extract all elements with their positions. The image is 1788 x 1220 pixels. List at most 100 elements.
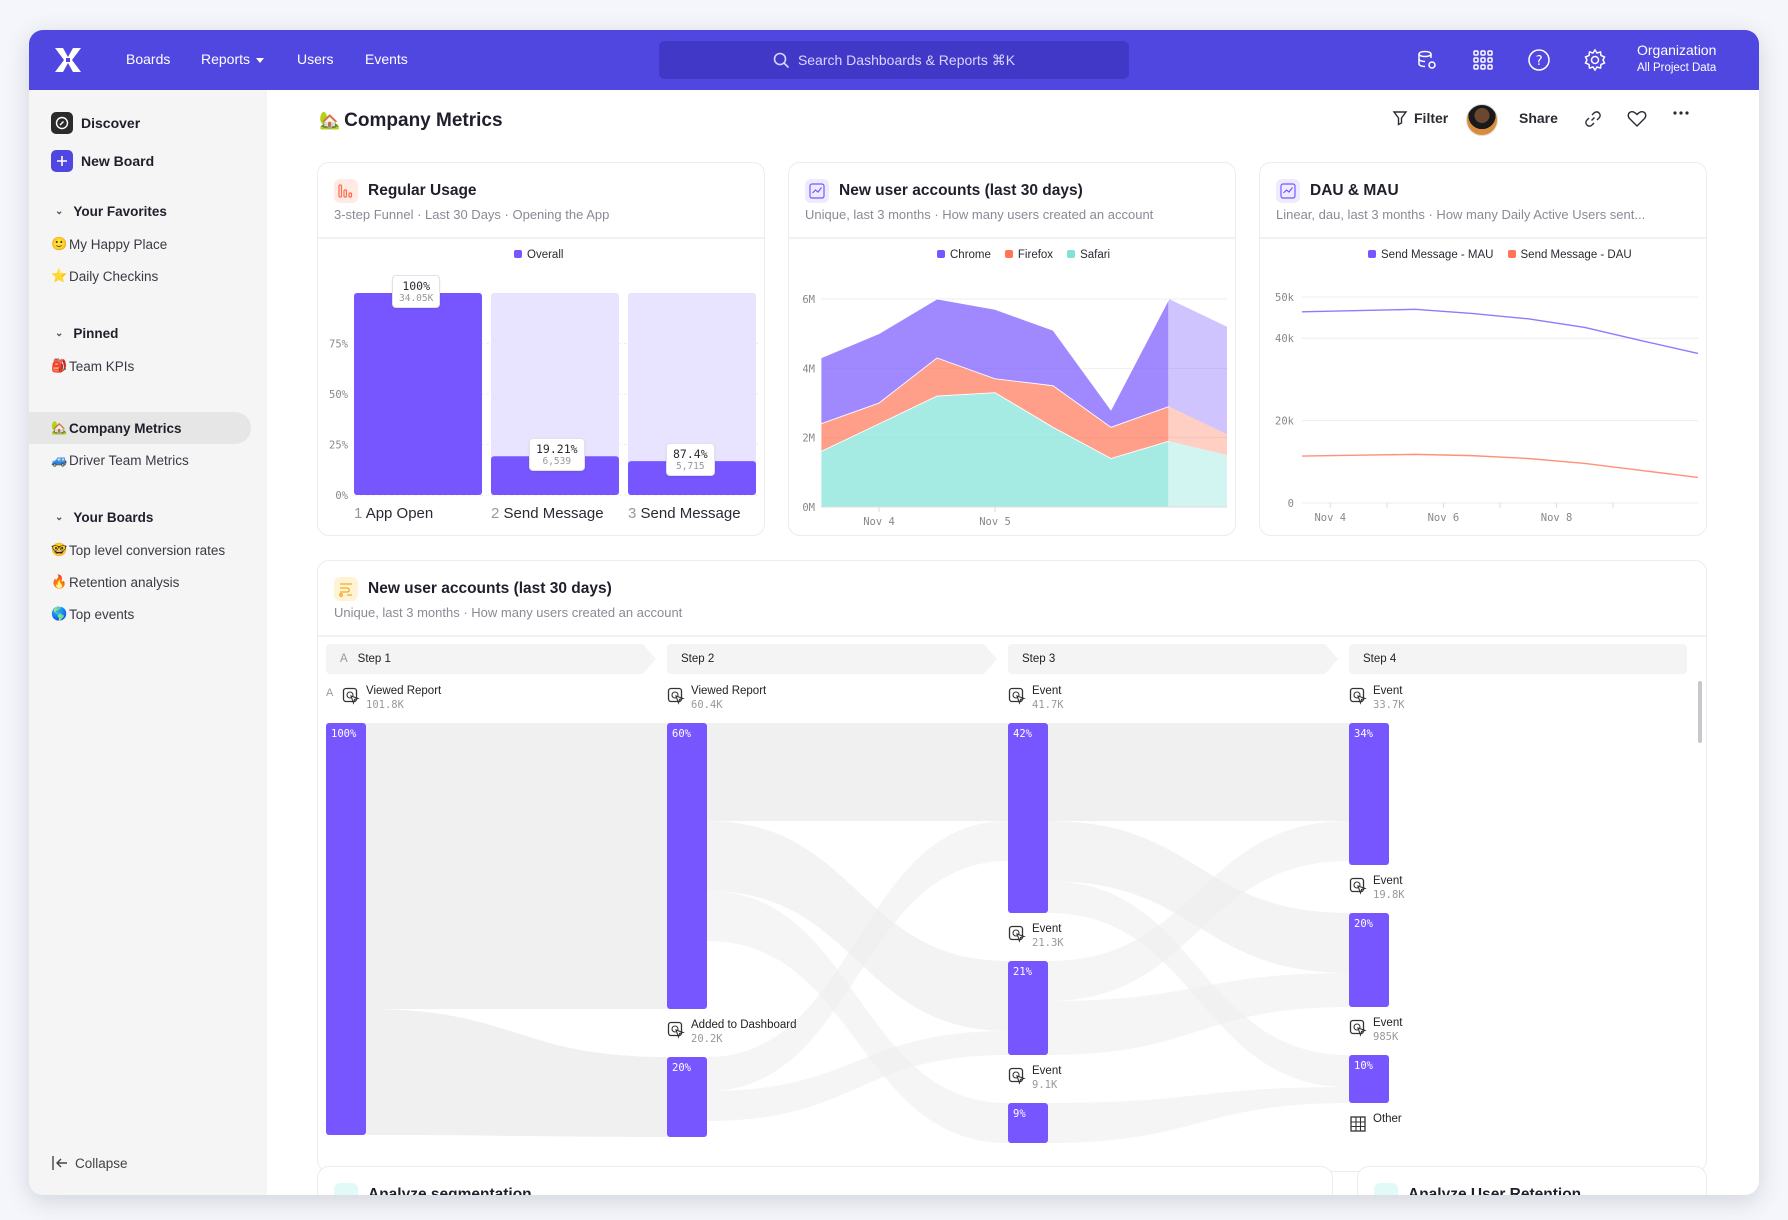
flow-node-count: 20.2K — [691, 1033, 723, 1045]
card-header: DAU & MAU Linear, dau, last 3 months · H… — [1276, 179, 1645, 222]
sidebar-item-driver-team-metrics[interactable]: 🚙 Driver Team Metrics — [51, 452, 189, 468]
flow-node[interactable]: Added to Dashboard 20.2K — [667, 1019, 797, 1045]
legend-item-firefox[interactable]: Firefox — [1004, 249, 1053, 261]
favorite-button[interactable] — [1627, 110, 1647, 128]
flow-node-label: Event — [1373, 875, 1403, 887]
flow-node-bar[interactable]: 20% — [667, 1057, 707, 1137]
flow-link — [366, 1009, 667, 1137]
legend-item-overall[interactable]: Overall — [514, 249, 563, 261]
database-settings-icon[interactable] — [1414, 47, 1440, 73]
step-header-3[interactable]: Step 3 — [1008, 644, 1338, 674]
step-header-2[interactable]: Step 2 — [667, 644, 997, 674]
stacked-area-chart: 0M 2M 4M 6M Nov 4 Nov 5 — [802, 294, 1227, 528]
scrollbar[interactable] — [1698, 681, 1702, 743]
y-tick-label: 0 — [1288, 498, 1294, 510]
segmentation-card[interactable]: Analyze segmentation — [317, 1166, 1333, 1195]
sidebar-item-my-happy-place[interactable]: 🙂 My Happy Place — [51, 236, 167, 252]
mixpanel-logo-icon[interactable] — [53, 46, 83, 74]
plus-icon — [51, 150, 73, 172]
nav-events[interactable]: Events — [365, 51, 408, 67]
flow-node-bar[interactable]: 9% — [1008, 1103, 1048, 1143]
flow-node[interactable]: Event 9.1K — [1008, 1065, 1061, 1091]
legend-item-chrome[interactable]: Chrome — [937, 249, 991, 261]
filter-button[interactable]: Filter — [1392, 110, 1448, 126]
section-your-favorites[interactable]: ⌄ Your Favorites — [55, 204, 167, 219]
flow-node-label: Viewed Report — [366, 685, 442, 697]
step-header-1[interactable]: A Step 1 — [326, 644, 656, 674]
legend-item-safari[interactable]: Safari — [1067, 249, 1110, 261]
copy-link-button[interactable] — [1584, 110, 1602, 128]
flow-node-bar[interactable]: 60% — [667, 723, 707, 1009]
flow-node-bar[interactable]: 21% — [1008, 961, 1048, 1055]
sidebar-item-top-level-conversion-rates[interactable]: 🤓 Top level conversion rates — [51, 542, 225, 558]
legend-item-mau[interactable]: Send Message - MAU — [1368, 249, 1494, 261]
nav-boards[interactable]: Boards — [126, 51, 170, 67]
y-tick-label: 2M — [802, 433, 815, 445]
flows-card[interactable]: New user accounts (last 30 days) Unique,… — [317, 560, 1707, 1172]
funnel-value-tooltip: 19.21% 6,539 — [529, 438, 585, 472]
funnel-card[interactable]: Regular Usage 3-step Funnel · Last 30 Da… — [317, 162, 765, 536]
y-tick-label: 4M — [802, 363, 815, 375]
sidebar-item-team-kpis[interactable]: 🎒 Team KPIs — [51, 358, 134, 374]
page-title-text: Company Metrics — [344, 110, 503, 131]
flow-node[interactable]: Event 41.7K — [1008, 685, 1064, 711]
car-icon: 🚙 — [51, 452, 68, 467]
sidebar-item-label: Team KPIs — [69, 358, 135, 374]
funnel-pct: 100% — [402, 279, 431, 293]
step-header-4[interactable]: Step 4 — [1349, 644, 1687, 674]
retention-card[interactable]: Analyze User Retention — [1357, 1166, 1707, 1195]
card-title: Analyze segmentation — [368, 1186, 532, 1195]
flow-node[interactable]: Event 985K — [1349, 1017, 1402, 1043]
flow-node[interactable]: A Viewed Report 101.8K — [326, 685, 442, 711]
sidebar-item-top-events[interactable]: 🌎 Top events — [51, 606, 134, 622]
event-cursor-icon — [1349, 1019, 1367, 1037]
avatar[interactable] — [1466, 104, 1498, 136]
segmentation-report-icon — [334, 1183, 358, 1195]
collapse-arrow-icon — [52, 1156, 67, 1170]
sidebar-item-daily-checkins[interactable]: ⭐ Daily Checkins — [51, 268, 158, 284]
node-prefix: A — [326, 687, 334, 699]
flow-node[interactable]: Other — [1349, 1113, 1402, 1133]
settings-icon[interactable] — [1582, 47, 1608, 73]
line-series-dau — [1301, 453, 1699, 479]
y-tick-label: 50k — [1275, 292, 1295, 304]
globe-icon: 🌎 — [51, 606, 68, 621]
flow-node-bar[interactable]: 42% — [1008, 723, 1048, 913]
nav-reports-label: Reports — [201, 51, 251, 67]
area-chart-card[interactable]: New user accounts (last 30 days) Unique,… — [788, 162, 1236, 536]
card-header: Regular Usage 3-step Funnel · Last 30 Da… — [334, 179, 609, 222]
sidebar-new-board[interactable]: New Board — [51, 150, 154, 172]
sidebar-item-retention-analysis[interactable]: 🔥 Retention analysis — [51, 574, 179, 590]
search-input[interactable]: Search Dashboards & Reports ⌘K — [659, 41, 1129, 79]
legend-label: Overall — [527, 249, 564, 261]
house-icon: 🏡 — [51, 420, 68, 435]
flow-node-bar[interactable]: 20% — [1349, 913, 1389, 1007]
help-icon[interactable]: ? — [1526, 47, 1552, 73]
nav-users[interactable]: Users — [297, 51, 334, 67]
nav-reports[interactable]: Reports — [201, 51, 265, 67]
x-tick-label: Nov 5 — [979, 516, 1011, 528]
flow-node[interactable]: Event 19.8K — [1349, 875, 1405, 901]
more-options-button[interactable] — [1672, 110, 1690, 116]
flow-node-bar[interactable]: 34% — [1349, 723, 1389, 865]
flow-node[interactable]: Event 21.3K — [1008, 923, 1064, 949]
collapse-sidebar-button[interactable]: Collapse — [51, 1155, 128, 1171]
x-tick-label: Nov 8 — [1541, 512, 1573, 524]
flow-node[interactable]: Event 33.7K — [1349, 685, 1405, 711]
sidebar-discover[interactable]: Discover — [51, 112, 140, 134]
flow-node-bar[interactable]: 100% — [326, 723, 366, 1135]
line-chart-card[interactable]: DAU & MAU Linear, dau, last 3 months · H… — [1259, 162, 1707, 536]
y-tick-label: 20k — [1275, 416, 1295, 428]
section-pinned[interactable]: ⌄ Pinned — [55, 326, 118, 341]
org-name: Organization — [1637, 42, 1717, 58]
card-title: New user accounts (last 30 days) — [839, 182, 1083, 199]
organization-selector[interactable]: Organization All Project Data — [1637, 42, 1716, 74]
legend-item-dau[interactable]: Send Message - DAU — [1507, 249, 1632, 261]
share-button[interactable]: Share — [1519, 110, 1558, 126]
section-your-boards[interactable]: ⌄ Your Boards — [55, 510, 153, 525]
sidebar-item-company-metrics[interactable]: 🏡 Company Metrics — [51, 420, 182, 436]
flow-node-bar[interactable]: 10% — [1349, 1055, 1389, 1103]
flow-node-label: Event — [1373, 685, 1403, 697]
flow-node[interactable]: Viewed Report 60.4K — [667, 685, 766, 711]
apps-grid-icon[interactable] — [1470, 47, 1496, 73]
